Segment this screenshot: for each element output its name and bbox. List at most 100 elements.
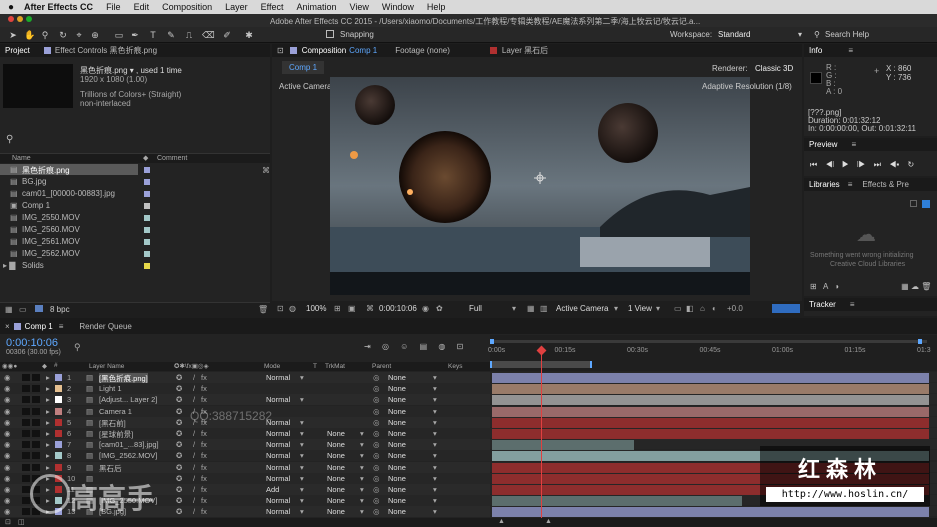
layer-label-swatch[interactable]: [55, 463, 62, 471]
layer-parent-select[interactable]: None: [388, 451, 406, 460]
col-name[interactable]: Name: [12, 155, 31, 162]
layer-parent-select[interactable]: None: [388, 507, 406, 516]
label-color-swatch[interactable]: [144, 239, 150, 245]
shy-switch-icon[interactable]: ✪: [176, 418, 182, 427]
eye-icon[interactable]: ◉: [4, 373, 11, 382]
layer-duration-bar[interactable]: [492, 507, 929, 518]
project-item[interactable]: ▤ IMG_2560.MOV: [0, 224, 270, 235]
chevron-down-icon[interactable]: ▾: [300, 440, 304, 449]
chevron-down-icon[interactable]: ▾: [433, 440, 437, 449]
lock-box[interactable]: [32, 430, 40, 437]
chevron-down-icon[interactable]: ▾: [433, 463, 437, 472]
solo-box[interactable]: [22, 508, 30, 516]
lock-box[interactable]: [32, 452, 40, 460]
menu-view[interactable]: View: [350, 2, 369, 12]
new-comp-icon[interactable]: [35, 305, 43, 312]
shy-icon[interactable]: ☺: [400, 342, 408, 351]
zoom-out-icon[interactable]: ▲: [498, 518, 505, 525]
zoom-tool-icon[interactable]: ⚲: [40, 30, 50, 40]
quality-switch-icon[interactable]: /: [193, 507, 195, 516]
layer-mode-select[interactable]: Normal: [266, 440, 290, 449]
col-t[interactable]: T: [313, 363, 317, 370]
solo-box[interactable]: [22, 407, 30, 415]
menu-edit[interactable]: Edit: [134, 2, 150, 12]
navigator-start-handle[interactable]: [490, 339, 494, 344]
solo-box[interactable]: [22, 486, 30, 493]
puppet-pin-tool-icon[interactable]: ✱: [244, 30, 254, 40]
shy-switch-icon[interactable]: ✪: [176, 429, 182, 438]
lock-box[interactable]: [32, 374, 40, 381]
layer-duration-bar[interactable]: [492, 373, 929, 383]
menu-layer[interactable]: Layer: [225, 2, 248, 12]
menu-help[interactable]: Help: [427, 2, 446, 12]
chevron-down-icon[interactable]: ▾: [433, 407, 437, 416]
shy-switch-icon[interactable]: ✪: [176, 407, 182, 416]
layer-parent-select[interactable]: None: [388, 474, 406, 483]
play-icon[interactable]: ▶: [842, 160, 849, 169]
zoom-in-icon[interactable]: ▲: [545, 518, 552, 525]
layer-name[interactable]: Light 1: [99, 384, 122, 393]
tab-timeline-comp[interactable]: Comp 1: [25, 322, 53, 331]
flowchart-icon[interactable]: ⌂: [700, 304, 705, 313]
layer-trkmat-select[interactable]: None: [327, 496, 345, 505]
tab-effect-controls[interactable]: Effect Controls 黑色折痕.png: [55, 45, 157, 56]
eraser-tool-icon[interactable]: ⌫: [202, 30, 215, 40]
quality-switch-icon[interactable]: /: [193, 496, 195, 505]
menu-window[interactable]: Window: [382, 2, 414, 12]
project-item[interactable]: ▤ IMG_2562.MOV: [0, 248, 270, 259]
grid-icon[interactable]: ⊞: [334, 304, 341, 313]
quality-switch-icon[interactable]: /: [193, 474, 195, 483]
toggle-switches-icon[interactable]: ⊡: [5, 518, 11, 526]
solo-box[interactable]: [22, 430, 30, 437]
layer-trkmat-select[interactable]: None: [327, 451, 345, 460]
solo-box[interactable]: [22, 396, 30, 404]
layer-name[interactable]: [Adjust... Layer 2]: [99, 395, 157, 404]
layer-duration-bar[interactable]: [492, 429, 929, 439]
menu-file[interactable]: File: [106, 2, 121, 12]
workspace-select[interactable]: Standard: [718, 30, 750, 39]
chevron-down-icon[interactable]: ▾: [433, 373, 437, 382]
tracker-title[interactable]: Tracker: [809, 300, 836, 309]
layer-parent-select[interactable]: None: [388, 440, 406, 449]
tab-effects-presets[interactable]: Effects & Pre: [862, 180, 909, 189]
layer-mode-select[interactable]: Normal: [266, 373, 290, 382]
shy-switch-icon[interactable]: ✪: [176, 384, 182, 393]
menu-app[interactable]: After Effects CC: [24, 2, 93, 12]
shy-switch-icon[interactable]: ✪: [176, 474, 182, 483]
layer-duration-bar[interactable]: [492, 417, 929, 428]
panel-menu-icon[interactable]: ≡: [851, 140, 856, 149]
effect-switch-icon[interactable]: fx: [201, 496, 207, 505]
effect-switch-icon[interactable]: fx: [201, 373, 207, 382]
project-item[interactable]: ▣ Comp 1: [0, 200, 270, 211]
color-icon[interactable]: ◑: [834, 282, 839, 291]
chevron-down-icon[interactable]: ▾: [433, 474, 437, 483]
layer-mode-select[interactable]: Normal: [266, 463, 290, 472]
delete-icon[interactable]: 🗑: [921, 282, 931, 291]
interpret-footage-icon[interactable]: ▦: [5, 305, 13, 314]
solo-box[interactable]: [22, 463, 30, 471]
delete-icon[interactable]: 🗑: [258, 305, 268, 314]
solo-box[interactable]: [22, 452, 30, 460]
time-ruler[interactable]: 0:00s 00:15s 00:30s 00:45s 01:00s 01:15s 01:3: [488, 347, 937, 357]
col-keys[interactable]: Keys: [448, 363, 462, 370]
pickwhip-icon[interactable]: ◎: [373, 384, 380, 393]
layer-row[interactable]: ◉ ▸ ▤ ✪ / fx ◎ 3 [Adjust... Layer 2] Normal ▾ None ▾: [0, 394, 490, 406]
solo-box[interactable]: [22, 385, 30, 393]
eye-icon[interactable]: ◉: [4, 407, 11, 416]
chevron-down-icon[interactable]: ▾: [360, 440, 364, 449]
solo-box[interactable]: [22, 497, 30, 505]
col-layer-name[interactable]: Layer Name: [89, 363, 124, 370]
comp-subtab[interactable]: Comp 1: [282, 61, 324, 74]
panel-menu-icon[interactable]: ≡: [848, 46, 853, 55]
layer-parent-select[interactable]: None: [388, 496, 406, 505]
bit-depth-button[interactable]: 8 bpc: [50, 305, 70, 314]
expand-arrow-icon[interactable]: ▸: [46, 418, 50, 427]
layer-parent-select[interactable]: None: [388, 418, 406, 427]
selection-tool-icon[interactable]: ➤: [8, 30, 18, 40]
clone-stamp-tool-icon[interactable]: ⎍: [184, 30, 194, 40]
draft-3d-icon[interactable]: ◧: [686, 304, 694, 313]
pickwhip-icon[interactable]: ◎: [373, 485, 380, 494]
eye-icon[interactable]: ◉: [4, 440, 11, 449]
layer-parent-select[interactable]: None: [388, 407, 406, 416]
search-icon[interactable]: ⚲: [74, 342, 81, 353]
